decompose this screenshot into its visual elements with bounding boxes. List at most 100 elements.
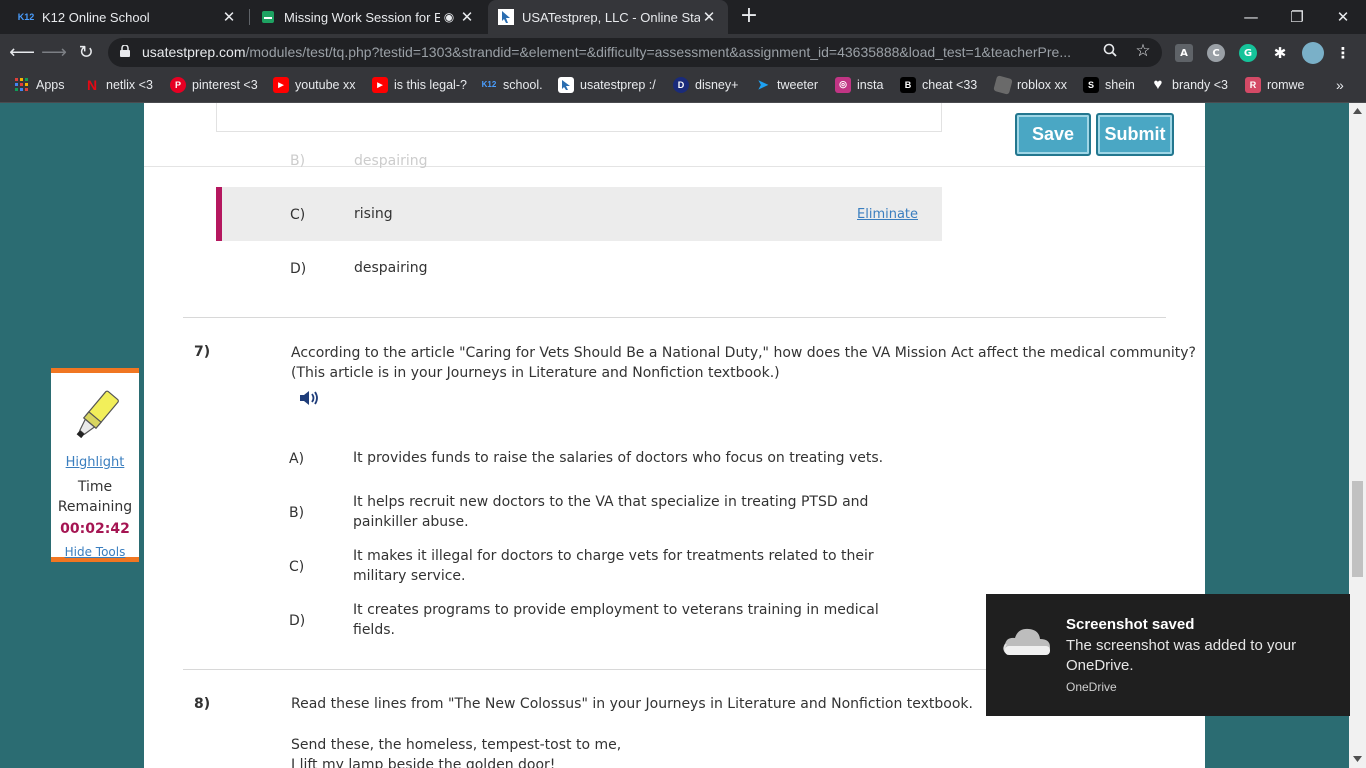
scroll-down-arrow-icon[interactable] xyxy=(1353,755,1362,763)
tools-panel: Highlight Time Remaining 00:02:42 Hide T… xyxy=(51,368,139,562)
answer-option-b-line[interactable]: It helps recruit new doctors to the VA t… xyxy=(353,492,868,512)
bookmark-school[interactable]: K12 school. xyxy=(481,71,543,98)
eliminate-link[interactable]: Eliminate xyxy=(857,207,918,222)
roblox-icon xyxy=(993,74,1013,95)
minimize-button[interactable]: — xyxy=(1228,0,1274,34)
bookmark-apps[interactable]: Apps xyxy=(14,71,65,98)
grammarly-icon[interactable]: G xyxy=(1239,44,1257,62)
answer-letter: C) xyxy=(290,207,306,223)
tab-strip: K12 K12 Online School ✕ Missing Work Ses… xyxy=(0,0,1366,34)
obscured-answer-letter: B) xyxy=(290,153,306,169)
docs-icon xyxy=(260,9,276,25)
highlight-link[interactable]: Highlight xyxy=(51,455,139,470)
forward-button[interactable]: ⟶ xyxy=(40,38,68,66)
extension-icon[interactable]: A xyxy=(1175,44,1193,62)
romwe-icon: R xyxy=(1245,76,1261,93)
new-tab-button[interactable]: + xyxy=(738,5,760,29)
question-text-line: (This article is in your Journeys in Lit… xyxy=(291,365,780,381)
obscured-answer-text: despairing xyxy=(354,153,428,169)
apps-grid-icon xyxy=(14,77,30,93)
answer-option-b-line[interactable]: painkiller abuse. xyxy=(353,512,469,532)
tab-missing-work[interactable]: Missing Work Session for EL/ ◉ ✕ xyxy=(250,0,486,34)
tab-usatestprep[interactable]: USATestprep, LLC - Online State-S ✕ xyxy=(488,0,728,34)
close-icon[interactable]: ✕ xyxy=(700,8,718,26)
bold-b-icon: B xyxy=(900,76,916,93)
bookmark-shein[interactable]: Sshein xyxy=(1083,71,1135,98)
netflix-icon: N xyxy=(86,76,98,93)
heart-icon: ♥ xyxy=(1153,76,1163,93)
bookmark-insta[interactable]: ◎ insta xyxy=(835,71,883,98)
shein-icon: S xyxy=(1083,76,1099,93)
answer-option-d-line[interactable]: It creates programs to provide employmen… xyxy=(353,600,879,620)
pinterest-icon: P xyxy=(170,76,186,93)
bookmark-pinterest[interactable]: Ppinterest <3 xyxy=(170,71,258,98)
disney-icon: D xyxy=(673,76,689,93)
page-scrollbar[interactable] xyxy=(1349,103,1366,768)
screenshot-saved-notification[interactable]: Screenshot saved The screenshot was adde… xyxy=(986,594,1350,716)
bookmark-tweeter[interactable]: ➤ tweeter xyxy=(755,71,818,98)
bookmarks-bar: Apps Nnetlix <3 Ppinterest <3 ▶ youtube x… xyxy=(0,71,1366,103)
lock-icon xyxy=(120,45,130,57)
youtube-icon: ▶ xyxy=(372,76,388,93)
close-icon[interactable]: ✕ xyxy=(458,8,476,26)
submit-button[interactable]: Submit xyxy=(1096,113,1174,156)
answer-option-d-line[interactable]: fields. xyxy=(353,620,395,640)
answer-letter[interactable]: C) xyxy=(289,559,304,575)
instagram-icon: ◎ xyxy=(835,76,851,93)
address-bar[interactable]: usatestprep.com/modules/test/tq.php?test… xyxy=(108,38,1162,67)
close-window-button[interactable]: ✕ xyxy=(1320,0,1366,34)
avatar[interactable] xyxy=(1302,42,1324,64)
answer-letter[interactable]: A) xyxy=(289,451,304,467)
answer-letter[interactable]: D) xyxy=(289,613,305,629)
scroll-up-arrow-icon[interactable] xyxy=(1353,107,1362,115)
bookmark-netflix[interactable]: Nnetlix <3 xyxy=(84,71,153,98)
close-icon[interactable]: ✕ xyxy=(220,8,238,26)
usatestprep-icon xyxy=(498,9,514,25)
notification-body: The screenshot was added to your OneDriv… xyxy=(1066,637,1297,674)
bookmark-cheat[interactable]: Bcheat <33 xyxy=(900,71,977,98)
bookmark-brandy[interactable]: ♥ brandy <3 xyxy=(1150,71,1228,98)
answer-option-c-line[interactable]: military service. xyxy=(353,566,465,586)
question-number: 8) xyxy=(194,696,211,712)
tab-title: K12 Online School xyxy=(42,9,150,25)
k12-icon: K12 xyxy=(481,80,497,89)
back-button[interactable]: ⟵ xyxy=(8,38,36,66)
restore-button[interactable]: ❐ xyxy=(1274,0,1320,34)
youtube-icon: ▶ xyxy=(273,76,289,93)
bookmark-disney[interactable]: Ddisney+ xyxy=(673,71,738,98)
answer-option-c-highlighted[interactable] xyxy=(216,187,942,241)
answer-option-c-line[interactable]: It makes it illegal for doctors to charg… xyxy=(353,546,874,566)
zoom-icon[interactable] xyxy=(1100,43,1120,63)
extensions-puzzle-icon[interactable]: ✱ xyxy=(1271,44,1289,62)
extension-icon[interactable]: C xyxy=(1207,44,1225,62)
bookmark-star-icon[interactable]: ☆ xyxy=(1133,41,1153,61)
answer-text: rising xyxy=(354,206,393,222)
question-text-line: According to the article "Caring for Vet… xyxy=(291,345,1196,361)
answer-letter[interactable]: B) xyxy=(289,505,304,521)
speaker-icon[interactable] xyxy=(299,388,321,408)
k12-icon: K12 xyxy=(17,12,35,22)
audio-playing-icon: ◉ xyxy=(443,10,455,24)
scroll-thumb[interactable] xyxy=(1352,481,1363,577)
poem-line: I lift my lamp beside the golden door! xyxy=(291,757,556,768)
save-button[interactable]: Save xyxy=(1015,113,1091,156)
bookmark-usatestprep[interactable]: usatestprep :/ xyxy=(558,71,656,98)
answer-option-a[interactable]: It provides funds to raise the salaries … xyxy=(353,448,883,468)
menu-kebab-icon[interactable]: ⋮ xyxy=(1334,44,1352,62)
question-divider xyxy=(183,317,1166,318)
bookmark-is-this-legal[interactable]: ▶ is this legal-? xyxy=(372,71,467,98)
browser-toolbar: ⟵ ⟶ ↻ usatestprep.com/modules/test/tq.ph… xyxy=(0,34,1366,71)
notification-source: OneDrive xyxy=(1066,680,1117,694)
reload-button[interactable]: ↻ xyxy=(72,38,100,66)
question-number: 7) xyxy=(194,344,211,360)
highlighter-icon[interactable] xyxy=(65,387,125,447)
hide-tools-link[interactable]: Hide Tools xyxy=(51,545,139,559)
tab-k12[interactable]: K12 K12 Online School ✕ xyxy=(8,0,248,34)
bookmark-roblox[interactable]: roblox xx xyxy=(993,71,1067,98)
answer-letter[interactable]: D) xyxy=(290,261,306,277)
bookmark-youtube[interactable]: ▶ youtube xx xyxy=(273,71,355,98)
answer-text[interactable]: despairing xyxy=(354,258,428,278)
poem-line: Send these, the homeless, tempest-tost t… xyxy=(291,737,622,753)
bookmarks-overflow-icon[interactable]: » xyxy=(1336,71,1344,98)
bookmark-romwe[interactable]: Rromwe xyxy=(1245,71,1305,98)
